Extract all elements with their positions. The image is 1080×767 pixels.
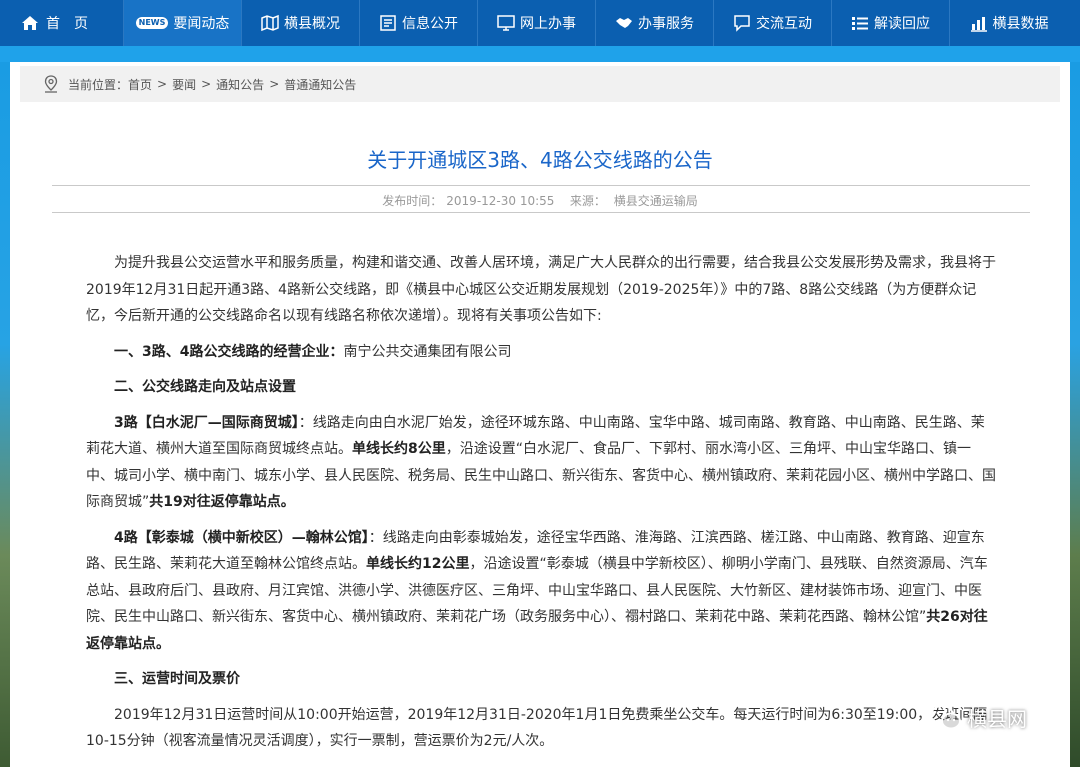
nav-label: 横县概况 — [284, 16, 340, 32]
route-4-paragraph: 4路【彰泰城（横中新校区）—翰林公馆】：线路走向由彰泰城始发，途径宝华西路、淮海… — [86, 525, 998, 658]
nav-label: 要闻动态 — [173, 16, 230, 32]
side-scenery-right — [1070, 62, 1080, 767]
breadcrumb-link-general-notices[interactable]: 普通通知公告 — [284, 76, 356, 93]
nav-item-home[interactable]: 首页 — [0, 0, 124, 46]
nav-label: 信息公开 — [402, 16, 458, 32]
breadcrumb-separator: > — [157, 77, 168, 91]
document-icon — [379, 14, 397, 32]
header-stripe — [0, 46, 1080, 62]
side-scenery-left — [0, 62, 10, 767]
content-panel: 当前位置： 首页 > 要闻 > 通知公告 > 普通通知公告 关于开通城区3路、4… — [10, 62, 1070, 767]
nav-label: 交流互动 — [756, 16, 812, 32]
route-3-length: 单线长约8公里 — [352, 441, 446, 457]
section-3-paragraph: 2019年12月31日运营时间从10:00开始运营，2019年12月31日-20… — [86, 706, 988, 750]
breadcrumb-separator: > — [201, 77, 212, 91]
nav-label: 解读回应 — [874, 16, 930, 32]
route-3-name: 3路【白水泥厂—国际商贸城】 — [114, 414, 299, 431]
nav-label: 办事服务 — [638, 16, 694, 32]
section-1-paragraph: 一、3路、4路公交线路的经营企业：南宁公共交通集团有限公司 — [86, 339, 998, 366]
nav-label: 网上办事 — [520, 16, 576, 32]
breadcrumb-separator: > — [269, 77, 280, 91]
intro-paragraph: 为提升我县公交运营水平和服务质量，构建和谐交通、改善人居环境，满足广大人民群众的… — [86, 255, 996, 324]
home-icon — [21, 14, 39, 32]
nav-item-disclosure[interactable]: 信息公开 — [360, 0, 478, 46]
title-divider — [52, 185, 1030, 186]
nav-item-interaction[interactable]: 交流互动 — [714, 0, 832, 46]
source-label: 来源： — [569, 194, 606, 208]
source-value: 横县交通运输局 — [613, 194, 698, 208]
wechat-logo-icon — [929, 704, 963, 732]
watermark-text: 横县网 — [967, 707, 1027, 731]
route-3-paragraph: 3路【白水泥厂—国际商贸城】：线路走向由白水泥厂始发，途径环城东路、中山南路、宝… — [86, 410, 998, 516]
route-3-stop-count: 共19对往返停靠站点。 — [149, 494, 295, 510]
chat-icon — [733, 14, 751, 32]
news-icon: NEWS — [135, 17, 169, 29]
monitor-icon — [497, 14, 515, 32]
top-navigation: 首页 NEWS 要闻动态 横县概况 信息公开 网上办事 办事服务 交流互动 解读… — [0, 0, 1080, 46]
section-1-text: 南宁公共交通集团有限公司 — [343, 343, 512, 360]
chart-icon — [970, 14, 988, 32]
nav-label: 横县数据 — [992, 16, 1049, 32]
section-3-heading: 三、运营时间及票价 — [86, 666, 998, 693]
breadcrumb-label: 当前位置： — [68, 77, 129, 92]
route-4-name: 4路【彰泰城（横中新校区）—翰林公馆】 — [114, 529, 369, 546]
nav-item-online-service[interactable]: 网上办事 — [478, 0, 596, 46]
handshake-icon — [615, 14, 633, 32]
section-2-heading-text: 二、公交线路走向及站点设置 — [114, 379, 296, 395]
section-1-heading: 一、3路、4路公交线路的经营企业： — [114, 343, 344, 360]
nav-item-data[interactable]: 横县数据 — [950, 0, 1068, 46]
meta-divider — [52, 212, 1030, 213]
article-meta: 发布时间： 2019-12-30 10:55 来源： 横县交通运输局 — [10, 192, 1070, 209]
nav-item-services[interactable]: 办事服务 — [596, 0, 714, 46]
breadcrumb-link-news[interactable]: 要闻 — [172, 76, 196, 93]
nav-item-overview[interactable]: 横县概况 — [242, 0, 360, 46]
section-3-heading-text: 三、运营时间及票价 — [114, 671, 240, 687]
breadcrumb-link-home[interactable]: 首页 — [128, 76, 152, 93]
route-4-length: 单线长约12公里 — [366, 556, 470, 572]
publish-time: 2019-12-30 10:55 — [446, 194, 555, 208]
article-body: 为提升我县公交运营水平和服务质量，构建和谐交通、改善人居环境，满足广大人民群众的… — [86, 250, 998, 755]
location-pin-icon — [42, 75, 60, 93]
section-2-heading: 二、公交线路走向及站点设置 — [86, 374, 998, 401]
nav-item-news[interactable]: NEWS 要闻动态 — [124, 0, 242, 46]
breadcrumb-link-notices[interactable]: 通知公告 — [216, 76, 264, 93]
publish-label: 发布时间： — [382, 194, 443, 208]
breadcrumb: 当前位置： 首页 > 要闻 > 通知公告 > 普通通知公告 — [20, 66, 1060, 102]
map-icon — [261, 14, 279, 32]
list-icon — [851, 14, 869, 32]
nav-item-interpretation[interactable]: 解读回应 — [832, 0, 950, 46]
watermark: 横县网 — [929, 703, 1027, 732]
nav-label: 首页 — [46, 16, 102, 32]
article-title: 关于开通城区3路、4路公交线路的公告 — [367, 148, 713, 172]
